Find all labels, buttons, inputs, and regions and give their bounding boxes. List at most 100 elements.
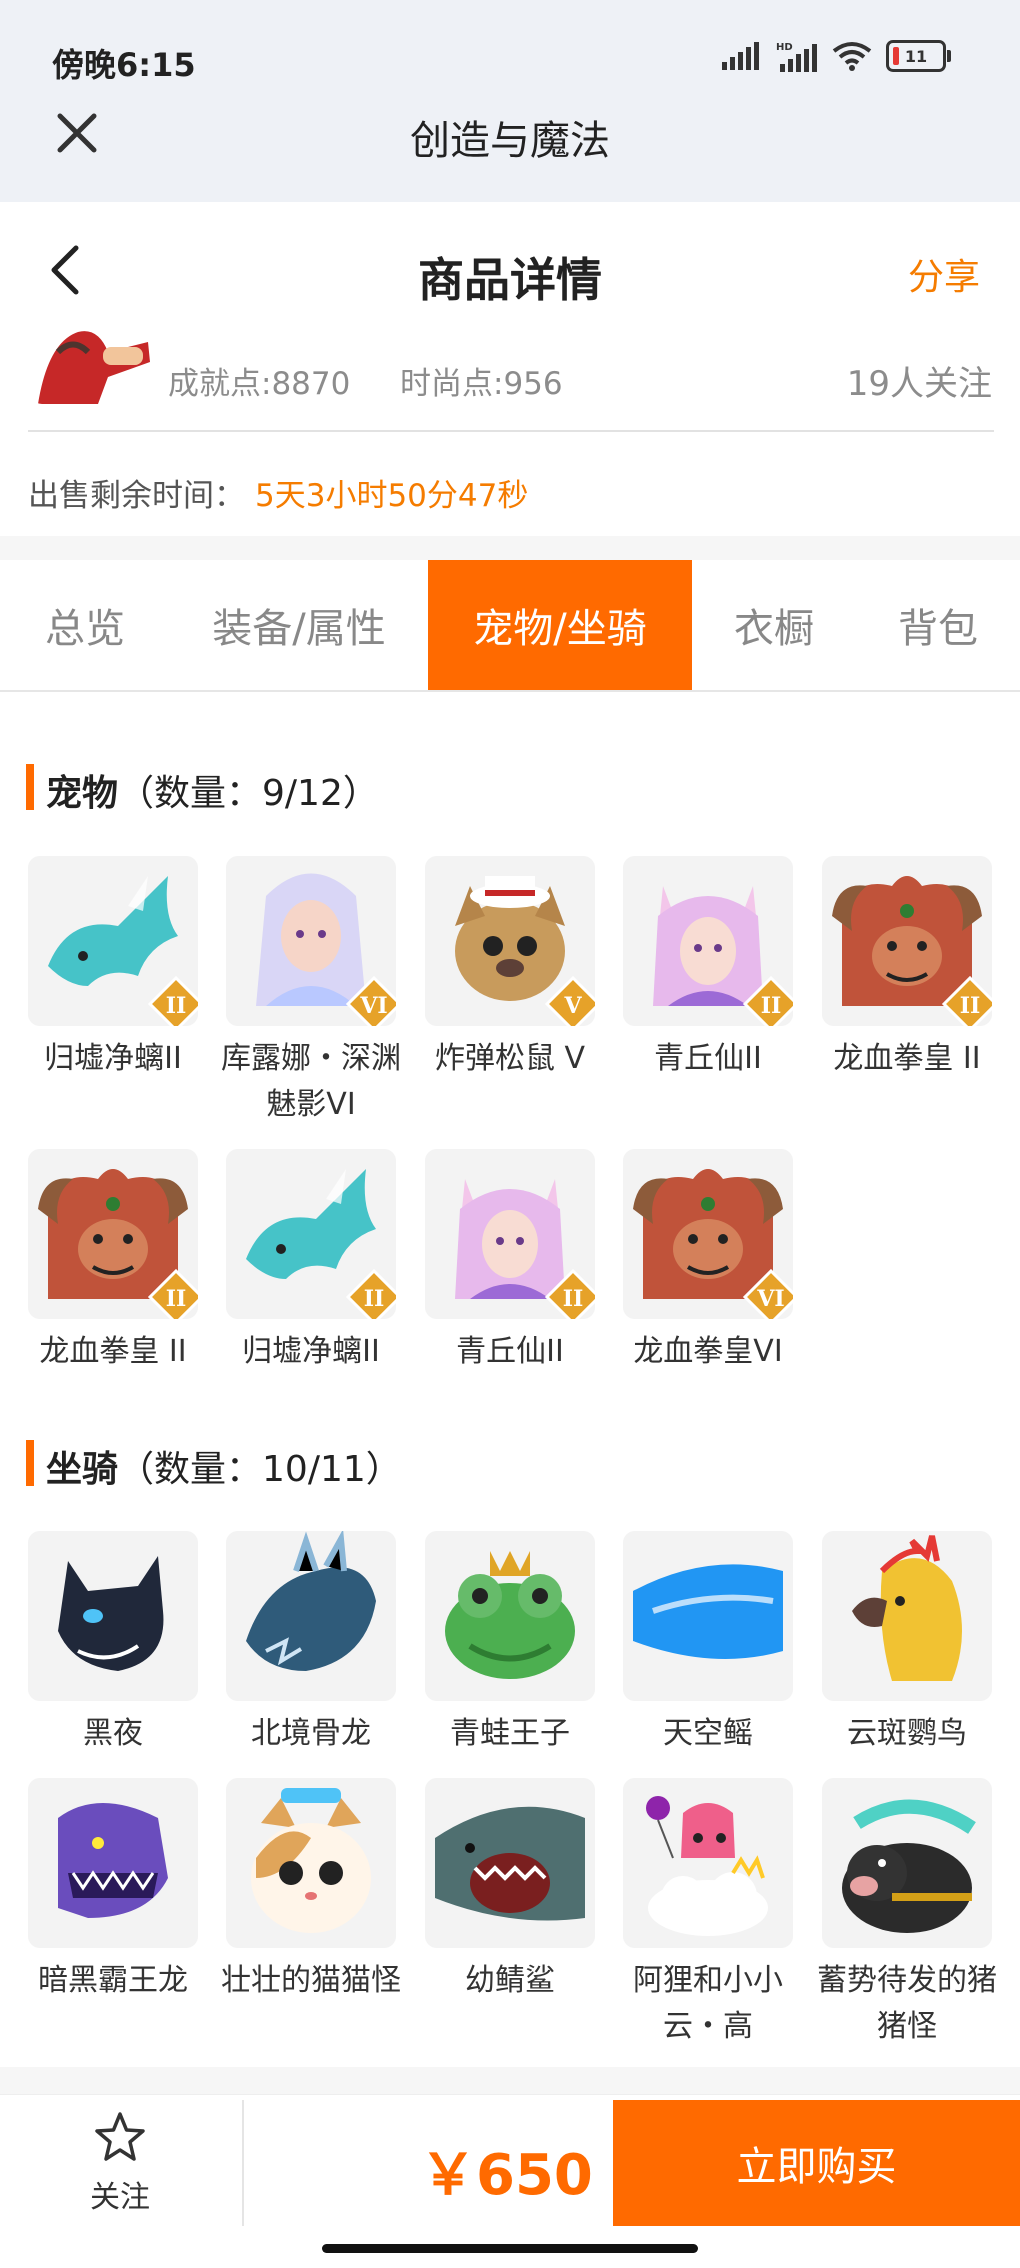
mount-thumbnail — [822, 1531, 992, 1701]
follow-label: 关注 — [90, 2180, 150, 2215]
mount-name: 暗黑霸王龙 — [38, 1963, 188, 1998]
mount-thumbnail — [425, 1531, 595, 1701]
pet-thumbnail: II — [226, 1149, 396, 1319]
avatar — [28, 322, 150, 404]
pet-card[interactable]: II — [226, 1149, 396, 1319]
buy-now-button[interactable]: 立即购买 — [613, 2100, 1020, 2226]
battery-level: 11 — [904, 46, 928, 66]
achievement-points: 成就点:8870 — [168, 366, 351, 402]
pet-card[interactable]: II — [623, 856, 793, 1026]
pet-thumbnail: VI — [623, 1149, 793, 1319]
tab-backpack[interactable]: 背包 — [856, 560, 1020, 690]
mount-name: 云斑鹦鸟 — [847, 1716, 967, 1751]
svg-text:V: V — [563, 993, 582, 1019]
pet-thumbnail: V — [425, 856, 595, 1026]
followers-count: 19人关注 — [846, 364, 992, 404]
pet-card[interactable]: II — [28, 856, 198, 1026]
svg-text:VI: VI — [359, 993, 387, 1019]
star-icon — [95, 2112, 145, 2161]
mount-thumbnail — [623, 1778, 793, 1948]
section-gap — [0, 536, 1020, 560]
pet-card[interactable]: VI — [623, 1149, 793, 1319]
pet-card[interactable]: II — [425, 1149, 595, 1319]
pet-card[interactable]: II — [28, 1149, 198, 1319]
pet-name: 龙血拳皇 II — [833, 1041, 981, 1076]
mount-thumbnail — [623, 1531, 793, 1701]
svg-text:VI: VI — [756, 1286, 784, 1312]
mount-card[interactable] — [226, 1531, 396, 1701]
pet-name: 青丘仙II — [654, 1041, 762, 1076]
svg-text:II: II — [960, 993, 981, 1019]
mount-name: 壮壮的猫猫怪 — [221, 1963, 401, 1998]
pet-name: 库露娜・深渊魅影VI — [221, 1041, 401, 1122]
battery-icon: 11 — [886, 40, 951, 72]
pet-name: 归墟净螭II — [44, 1041, 182, 1076]
pet-card[interactable]: V — [425, 856, 595, 1026]
pet-thumbnail: II — [28, 1149, 198, 1319]
mount-thumbnail — [28, 1778, 198, 1948]
pet-thumbnail: II — [425, 1149, 595, 1319]
mount-card[interactable] — [425, 1778, 595, 1948]
status-icons: HD 11 — [722, 40, 951, 72]
mount-thumbnail — [822, 1778, 992, 1948]
section-marker — [26, 1440, 34, 1486]
pet-name: 龙血拳皇 II — [39, 1334, 187, 1369]
section-marker — [26, 764, 34, 810]
mount-card[interactable] — [28, 1531, 198, 1701]
svg-text:II: II — [166, 993, 187, 1019]
pet-thumbnail: II — [623, 856, 793, 1026]
page-title: 商品详情 — [418, 253, 602, 307]
share-button[interactable]: 分享 — [908, 248, 980, 300]
divider — [242, 2100, 244, 2226]
mount-name: 阿狸和小小云・高 — [633, 1963, 783, 2044]
wifi-icon — [832, 42, 872, 71]
pet-name: 炸弹松鼠 V — [434, 1041, 586, 1076]
mount-thumbnail — [226, 1778, 396, 1948]
mount-thumbnail — [28, 1531, 198, 1701]
mount-card[interactable] — [623, 1531, 793, 1701]
status-time: 傍晚6:15 — [52, 46, 196, 84]
mounts-section-title: 坐骑（数量：10/11） — [46, 1440, 402, 1492]
app-bar — [0, 0, 1020, 202]
signal-hd-icon: HD — [776, 42, 817, 72]
pet-thumbnail: II — [28, 856, 198, 1026]
remaining-time-value: 5天3小时50分47秒 — [255, 478, 529, 514]
pet-name: 龙血拳皇VI — [633, 1334, 783, 1369]
tab-equipment[interactable]: 装备/属性 — [170, 560, 428, 690]
svg-text:II: II — [166, 1286, 187, 1312]
price: ￥650 — [420, 2143, 593, 2208]
svg-text:II: II — [761, 993, 782, 1019]
home-indicator — [322, 2244, 698, 2253]
tab-overview[interactable]: 总览 — [0, 560, 170, 690]
pet-thumbnail: II — [822, 856, 992, 1026]
signal-icon — [722, 42, 759, 70]
tab-pets-mounts[interactable]: 宠物/坐骑 — [428, 560, 692, 690]
mount-card[interactable] — [226, 1778, 396, 1948]
fashion-points: 时尚点:956 — [400, 366, 563, 402]
remaining-time-label: 出售剩余时间： — [28, 478, 245, 514]
mount-name: 青蛙王子 — [450, 1716, 570, 1751]
mounts-count: （数量：10/11） — [118, 1449, 402, 1490]
mount-card[interactable] — [425, 1531, 595, 1701]
svg-text:II: II — [563, 1286, 584, 1312]
mount-card[interactable] — [623, 1778, 793, 1948]
pets-title: 宠物 — [46, 773, 119, 814]
svg-text:HD: HD — [776, 42, 793, 53]
mount-card[interactable] — [822, 1778, 992, 1948]
mount-name: 幼鲭鲨 — [465, 1963, 555, 1998]
pet-thumbnail: VI — [226, 856, 396, 1026]
pet-card[interactable]: VI — [226, 856, 396, 1026]
divider — [28, 430, 994, 432]
follow-button[interactable]: 关注 — [40, 2110, 200, 2230]
pets-section-title: 宠物（数量：9/12） — [46, 764, 379, 816]
app-title: 创造与魔法 — [410, 118, 610, 164]
tab-wardrobe[interactable]: 衣橱 — [692, 560, 856, 690]
pet-card[interactable]: II — [822, 856, 992, 1026]
pet-name: 青丘仙II — [456, 1334, 564, 1369]
mount-card[interactable] — [822, 1531, 992, 1701]
mounts-title: 坐骑 — [46, 1449, 119, 1490]
pet-name: 归墟净螭II — [242, 1334, 380, 1369]
mount-thumbnail — [226, 1531, 396, 1701]
mount-card[interactable] — [28, 1778, 198, 1948]
mount-name: 蓄势待发的猪猪怪 — [817, 1963, 997, 2044]
